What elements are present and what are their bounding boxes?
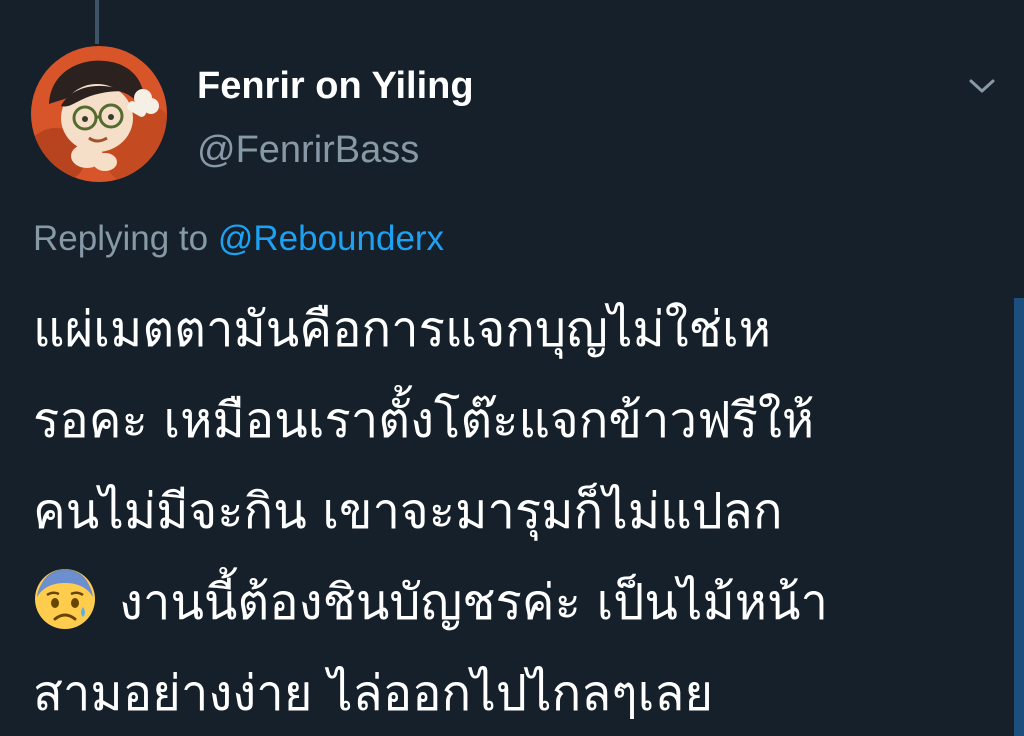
tweet-text-line: รอคะ เหมือนเราตั้งโต๊ะแจกข้าวฟรีให้ xyxy=(33,392,815,449)
thread-connector-line xyxy=(95,0,99,44)
cartoon-avatar-icon xyxy=(31,46,167,182)
anxious-face-emoji-icon xyxy=(33,567,97,631)
author-display-name[interactable]: Fenrir on Yiling xyxy=(197,62,474,110)
avatar[interactable] xyxy=(31,46,167,182)
author-handle[interactable]: @FenrirBass xyxy=(197,126,419,174)
tweet-text-line: งานนี้ต้องชินบัญชรค่ะ เป็นไม้หน้า xyxy=(119,574,829,631)
scrollbar[interactable] xyxy=(1014,298,1024,736)
tweet-text-line-with-emoji: งานนี้ต้องชินบัญชรค่ะ เป็นไม้หน้า xyxy=(33,557,993,648)
chevron-down-icon xyxy=(969,79,995,93)
tweet-text-line: สามอย่างง่าย ไล่ออกไปไกลๆเลย xyxy=(33,665,714,722)
tweet-menu-button[interactable] xyxy=(958,66,1006,106)
tweet-text-line: คนไม่มีจะกิน เขาจะมารุมก็ไม่แปลก xyxy=(33,483,783,540)
tweet-body: แผ่เมตตามันคือการแจกบุญไม่ใช่เห รอคะ เหม… xyxy=(33,284,993,736)
tweet-text-line: แผ่เมตตามันคือการแจกบุญไม่ใช่เห xyxy=(33,301,771,358)
reply-mention-link[interactable]: @Rebounderx xyxy=(218,219,444,258)
replying-to-label: Replying to xyxy=(33,219,209,258)
replying-to-line: Replying to @Rebounderx xyxy=(33,216,444,262)
